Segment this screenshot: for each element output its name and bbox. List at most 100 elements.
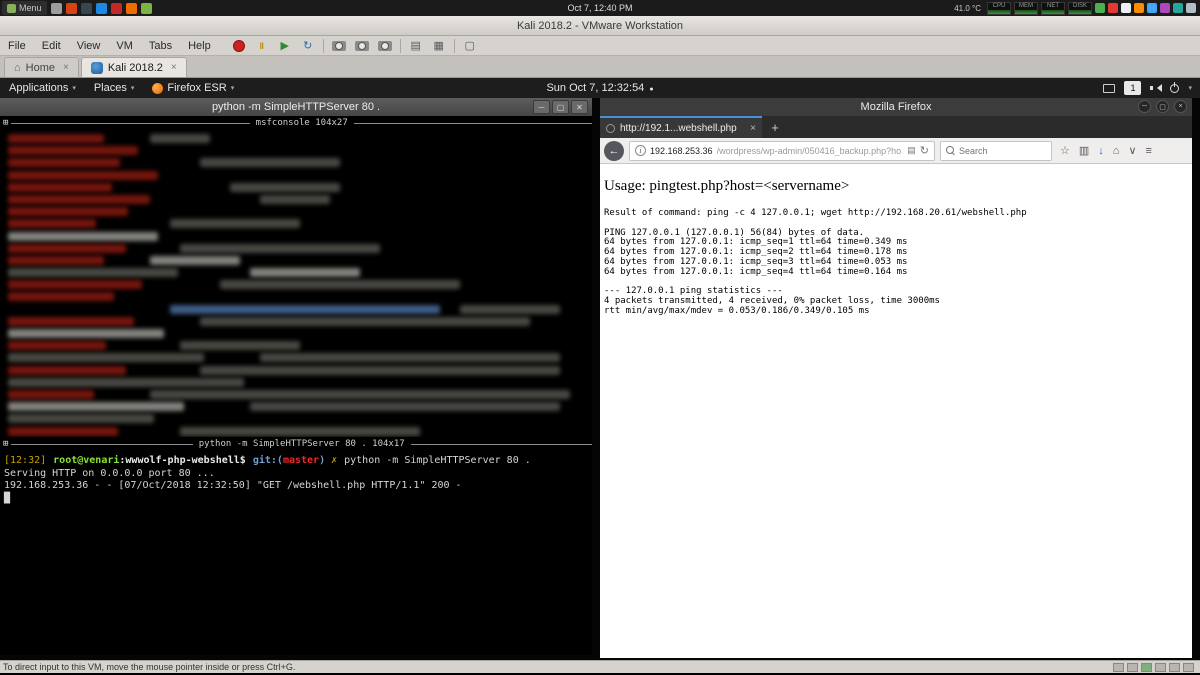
tray-icon[interactable] <box>1134 3 1144 13</box>
msfconsole-pane[interactable] <box>0 130 592 437</box>
menu-vm[interactable]: VM <box>108 40 141 52</box>
hdd-status-icon[interactable] <box>1113 663 1124 672</box>
tray-icon[interactable] <box>1108 3 1118 13</box>
close-tab-icon[interactable]: × <box>63 62 69 73</box>
tray-icon[interactable] <box>1173 3 1183 13</box>
downloads-icon[interactable]: ↓ <box>1098 145 1104 157</box>
new-tab-button[interactable]: + <box>762 116 788 138</box>
url-bar[interactable]: i 192.168.253.36/wordpress/wp-admin/0504… <box>629 141 935 161</box>
taskbar-app-icon[interactable] <box>96 3 107 14</box>
power-icon[interactable] <box>1170 84 1179 93</box>
vm-power-button[interactable] <box>231 38 247 54</box>
menu-help[interactable]: Help <box>180 40 219 52</box>
vm-play-button[interactable]: ▶ <box>277 38 293 54</box>
printer-status-icon[interactable] <box>1183 663 1194 672</box>
snapshot-manager-button[interactable] <box>377 38 393 54</box>
vmware-tabbar: ⌂ Home × Kali 2018.2 × <box>0 56 1200 78</box>
firefox-app-menu[interactable]: Firefox ESR ▾ <box>143 78 243 98</box>
vm-suspend-button[interactable]: ‖ <box>254 38 270 54</box>
page-favicon <box>606 124 615 133</box>
close-button[interactable]: ✕ <box>571 100 588 114</box>
vm-reset-button[interactable]: ↻ <box>300 38 316 54</box>
home-icon: ⌂ <box>14 62 21 74</box>
home-icon[interactable]: ⌂ <box>1113 145 1120 157</box>
host-menu-button[interactable]: Menu <box>2 1 47 15</box>
sound-status-icon[interactable] <box>1169 663 1180 672</box>
taskbar-app-icon[interactable] <box>141 3 152 14</box>
close-button[interactable]: × <box>1174 100 1187 113</box>
cd-status-icon[interactable] <box>1127 663 1138 672</box>
minimize-button[interactable]: ─ <box>533 100 550 114</box>
tmux-pane-title-bottom: ⊞ python -m SimpleHTTPServer 80 . 104x17 <box>0 437 592 451</box>
terminal-titlebar[interactable]: python -m SimpleHTTPServer 80 . ─ ▢ ✕ <box>0 98 592 116</box>
cpu-monitor[interactable]: CPU <box>987 2 1011 15</box>
menu-edit[interactable]: Edit <box>34 40 69 52</box>
close-tab-icon[interactable]: × <box>750 123 756 134</box>
chevron-down-icon: ▾ <box>72 84 76 92</box>
vmware-titlebar[interactable]: Kali 2018.2 - VMware Workstation <box>0 16 1200 36</box>
reload-icon[interactable]: ↻ <box>920 144 929 157</box>
tray-icon[interactable] <box>1147 3 1157 13</box>
command-output-block: Result of command: ping -c 4 127.0.0.1; … <box>600 195 1192 317</box>
workspace-indicator[interactable]: 1 <box>1124 81 1141 95</box>
menu-file[interactable]: File <box>0 40 34 52</box>
minimize-button[interactable]: ─ <box>1138 100 1151 113</box>
library-toggle-button[interactable]: ▤ <box>408 38 424 54</box>
snapshot-revert-button[interactable] <box>354 38 370 54</box>
screencast-icon[interactable] <box>1103 84 1115 93</box>
fullscreen-button[interactable]: ▢ <box>462 38 478 54</box>
chevron-down-icon[interactable]: ▾ <box>1188 84 1192 92</box>
tray-icon[interactable] <box>1121 3 1131 13</box>
pocket-icon[interactable]: ∨ <box>1128 144 1136 157</box>
usb-status-icon[interactable] <box>1155 663 1166 672</box>
search-input[interactable] <box>959 146 1039 156</box>
applications-menu[interactable]: Applications ▾ <box>0 78 85 98</box>
places-menu[interactable]: Places ▾ <box>85 78 144 98</box>
maximize-button[interactable]: ▢ <box>1156 100 1169 113</box>
camera-icon <box>378 41 392 51</box>
volume-icon[interactable] <box>1150 83 1161 93</box>
site-info-icon[interactable]: i <box>635 145 646 156</box>
reader-mode-icon[interactable]: ▤ <box>907 145 916 156</box>
vm-screen: Applications ▾ Places ▾ Firefox ESR ▾ Su… <box>0 78 1200 660</box>
disk-monitor[interactable]: DISK <box>1068 2 1092 15</box>
tray-icon[interactable] <box>1095 3 1105 13</box>
vmware-menubar: File Edit View VM Tabs Help ‖ ▶ ↻ ▤ ▦ ▢ <box>0 36 1200 56</box>
taskbar-app-icon[interactable] <box>126 3 137 14</box>
library-icon[interactable]: ▥ <box>1079 144 1089 157</box>
taskbar-app-icon[interactable] <box>81 3 92 14</box>
bookmark-star-icon[interactable]: ☆ <box>1060 144 1070 157</box>
terminal-window: python -m SimpleHTTPServer 80 . ─ ▢ ✕ ⊞ … <box>0 98 592 655</box>
search-bar[interactable] <box>940 141 1052 161</box>
taskbar-app-icon[interactable] <box>66 3 77 14</box>
tray-icon[interactable] <box>1186 3 1196 13</box>
host-menu-label: Menu <box>19 3 42 13</box>
vmware-tab-home[interactable]: ⌂ Home × <box>4 57 79 77</box>
network-monitor[interactable]: NET <box>1041 2 1065 15</box>
tab-label: Kali 2018.2 <box>108 62 163 74</box>
maximize-button[interactable]: ▢ <box>552 100 569 114</box>
menu-view[interactable]: View <box>69 40 109 52</box>
hamburger-menu-icon[interactable]: ≡ <box>1146 145 1152 157</box>
snapshot-take-button[interactable] <box>331 38 347 54</box>
url-path: /wordpress/wp-admin/050416_backup.php?ho <box>717 146 904 156</box>
taskbar-app-icon[interactable] <box>111 3 122 14</box>
vmware-tab-kali[interactable]: Kali 2018.2 × <box>81 57 187 77</box>
menu-tabs[interactable]: Tabs <box>141 40 180 52</box>
tray-icon[interactable] <box>1160 3 1170 13</box>
firefox-window-title: Mozilla Firefox <box>861 101 932 113</box>
notification-dot-icon: ● <box>649 86 653 93</box>
thumbnail-toggle-button[interactable]: ▦ <box>431 38 447 54</box>
shell-pane[interactable]: [12:32]root@venari:wwwolf-php-webshell$g… <box>0 451 592 655</box>
taskbar-app-icon[interactable] <box>51 3 62 14</box>
tab-label: Home <box>26 62 55 74</box>
network-status-icon[interactable] <box>1141 663 1152 672</box>
network-graph <box>1042 10 1064 14</box>
firefox-icon <box>152 83 163 94</box>
firefox-titlebar[interactable]: Mozilla Firefox ─ ▢ × <box>600 98 1192 116</box>
tab-title: http://192.1...webshell.php <box>620 123 745 134</box>
browser-tab[interactable]: http://192.1...webshell.php × <box>600 116 762 138</box>
memory-monitor[interactable]: MEM <box>1014 2 1038 15</box>
back-button[interactable]: ← <box>604 141 624 161</box>
close-tab-icon[interactable]: × <box>171 62 177 73</box>
